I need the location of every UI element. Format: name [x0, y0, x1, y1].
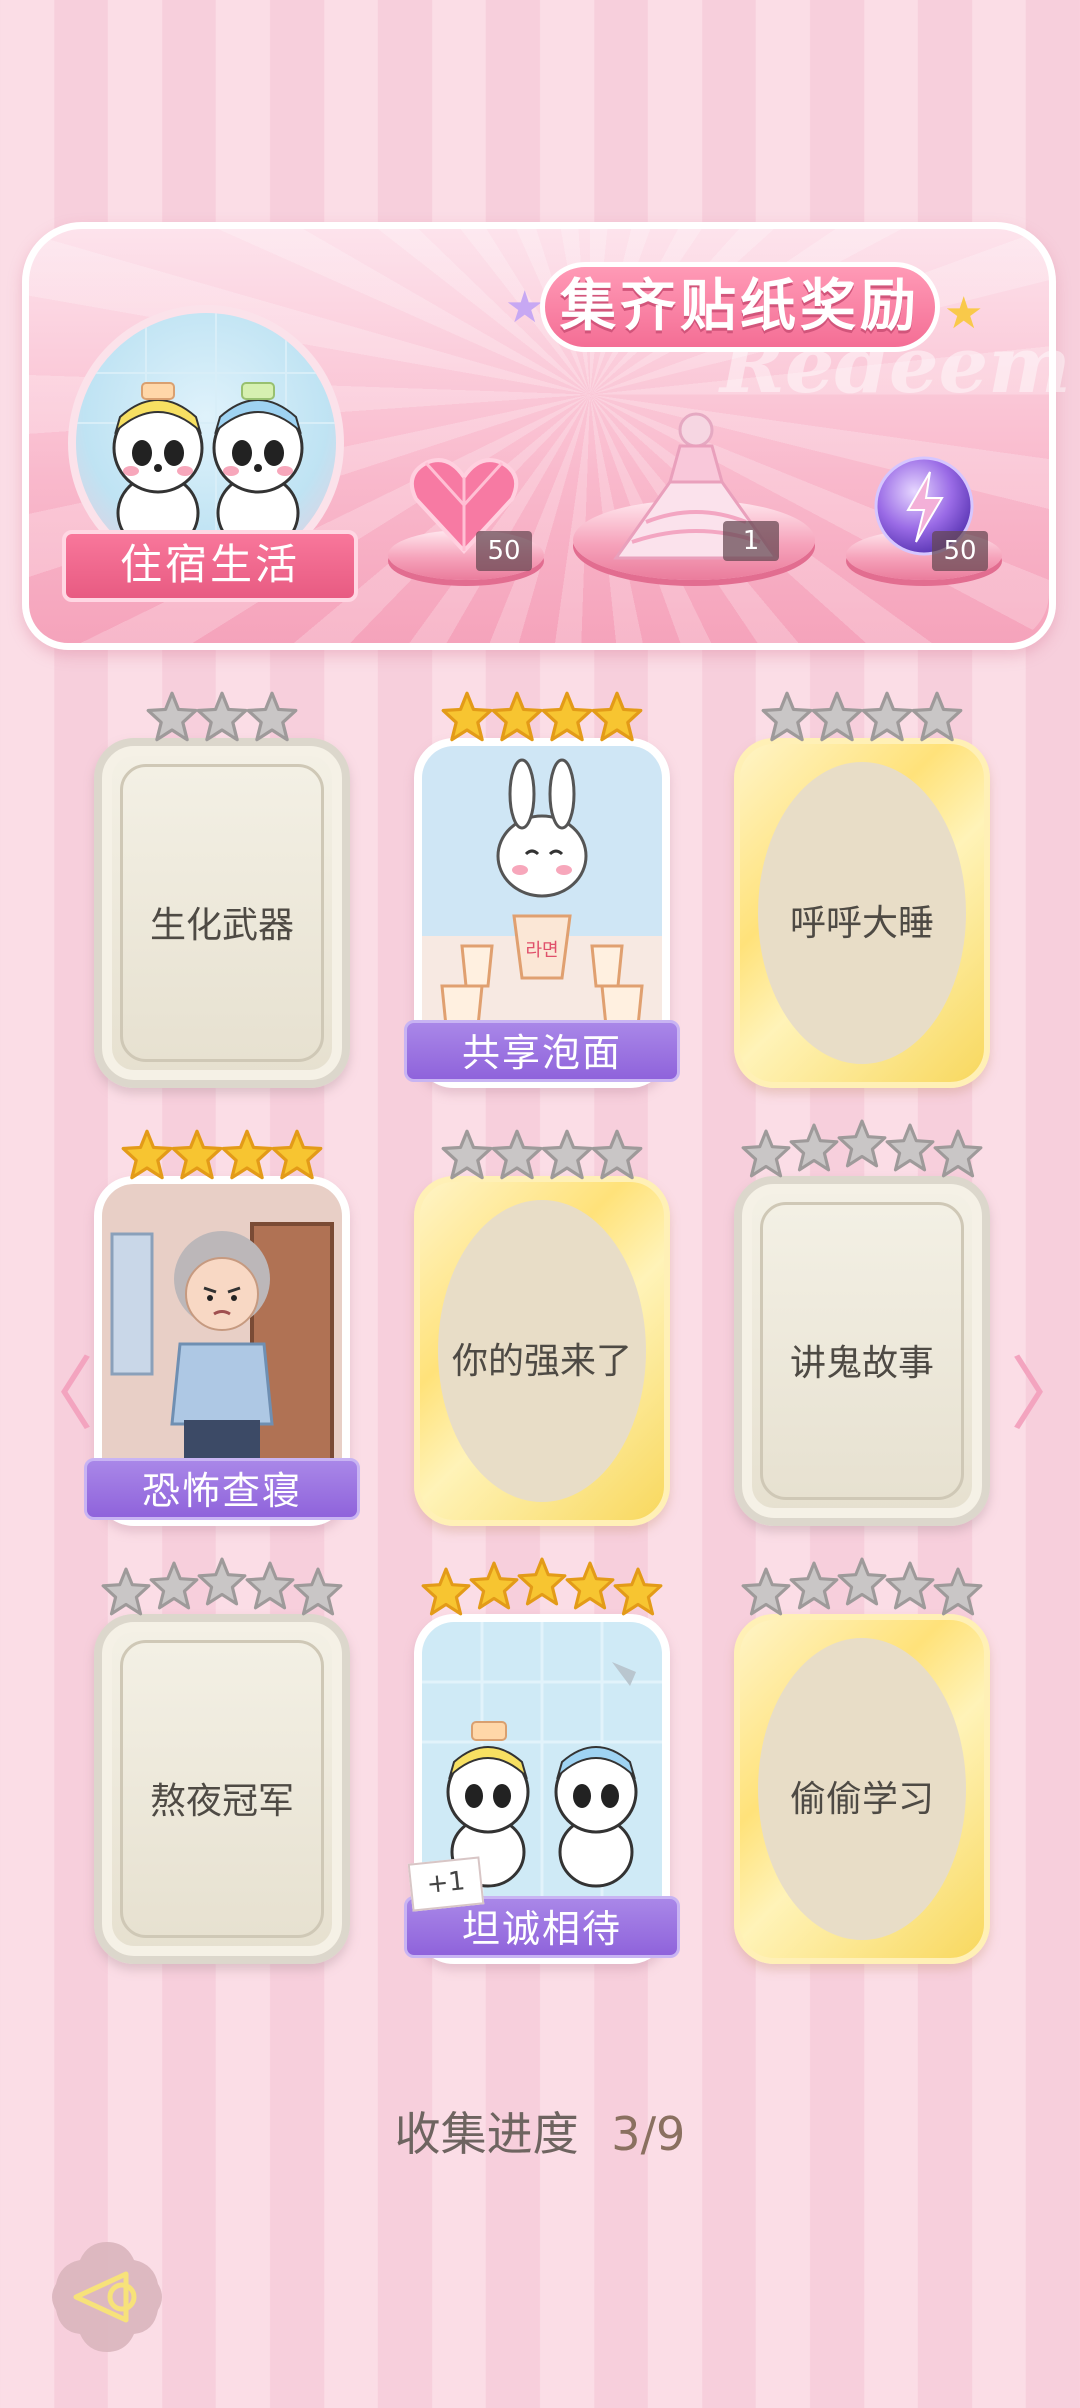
gray-star-icon: [861, 691, 913, 742]
gray-star-icon: [789, 1123, 839, 1172]
card-title: 你的强来了: [451, 1341, 632, 1382]
gold-star-icon: [441, 691, 493, 742]
gray-star-icon: [196, 691, 248, 742]
gray-star-icon: [146, 691, 198, 742]
collection-progress: 收集进度 3/9: [0, 2098, 1080, 2164]
gold-star-icon: [591, 691, 643, 742]
gray-star-icon: [491, 1129, 543, 1180]
purple-star-icon: ★: [505, 282, 545, 333]
svg-text:라면: 라면: [525, 940, 558, 961]
gray-star-icon: [933, 1567, 983, 1616]
gray-star-icon: [761, 691, 813, 742]
card-title: 生化武器: [149, 905, 294, 946]
sticker-illustration: 라면: [422, 746, 662, 1050]
gold-star-icon: [469, 1561, 519, 1610]
gold-star-icon: [517, 1557, 567, 1606]
gold-star-icon: [421, 1567, 471, 1616]
album-tag: 住宿生活: [62, 530, 358, 602]
star-rating: [120, 1128, 324, 1184]
duplicate-count-badge: +1: [407, 1856, 485, 1912]
gold-star-icon: [565, 1561, 615, 1610]
gray-star-icon: [441, 1129, 493, 1180]
star-rating: [145, 690, 299, 746]
gray-star-icon: [149, 1561, 199, 1610]
gray-star-icon: [101, 1567, 151, 1616]
sticker-card[interactable]: 偷偷学习: [734, 1614, 990, 1964]
sticker-card[interactable]: 熬夜冠军: [94, 1614, 350, 1964]
gray-star-icon: [541, 1129, 593, 1180]
gray-star-icon: [933, 1129, 983, 1178]
gray-star-icon: [837, 1119, 887, 1168]
star-rating: [440, 1128, 644, 1184]
star-rating: [740, 1556, 984, 1616]
gold-star-icon: [541, 691, 593, 742]
gray-star-icon: [197, 1557, 247, 1606]
sticker-illustration: [102, 1184, 342, 1488]
reward-count: 50: [476, 531, 532, 571]
banner-title: 集齐贴纸奖励: [540, 262, 940, 352]
gray-star-icon: [911, 691, 963, 742]
star-rating: [760, 690, 964, 746]
card-title: 讲鬼故事: [789, 1343, 934, 1384]
card-title: 呼呼大睡: [789, 903, 934, 944]
gold-star-icon: [271, 1129, 323, 1180]
gold-star-icon: [491, 691, 543, 742]
gray-star-icon: [245, 1561, 295, 1610]
star-rating: [440, 690, 644, 746]
gray-star-icon: [885, 1123, 935, 1172]
gray-star-icon: [789, 1561, 839, 1610]
star-rating: [420, 1556, 664, 1616]
progress-value: 3/9: [611, 2107, 686, 2161]
gray-star-icon: [246, 691, 298, 742]
gray-star-icon: [741, 1129, 791, 1178]
sticker-card[interactable]: 生化武器: [94, 738, 350, 1088]
reward-count: 50: [932, 531, 988, 571]
back-button[interactable]: [48, 2238, 166, 2356]
reward-count: 1: [723, 521, 779, 561]
star-rating: [740, 1118, 984, 1178]
card-name-plate: 恐怖查寝: [84, 1458, 360, 1520]
gray-star-icon: [741, 1567, 791, 1616]
gray-star-icon: [591, 1129, 643, 1180]
sticker-card[interactable]: 呼呼大睡: [734, 738, 990, 1088]
star-rating: [100, 1556, 344, 1616]
card-title: 熬夜冠军: [149, 1781, 294, 1822]
gold-star-icon: [171, 1129, 223, 1180]
card-name-plate: 共享泡面: [404, 1020, 680, 1082]
card-title: 偷偷学习: [789, 1779, 934, 1820]
gray-star-icon: [837, 1557, 887, 1606]
gray-star-icon: [293, 1567, 343, 1616]
gray-star-icon: [885, 1561, 935, 1610]
prev-page-arrow-icon[interactable]: 〈: [14, 1330, 94, 1446]
gray-star-icon: [811, 691, 863, 742]
yellow-star-icon: ★: [944, 288, 984, 339]
progress-label: 收集进度: [394, 2107, 579, 2161]
sticker-card[interactable]: 讲鬼故事: [734, 1176, 990, 1526]
sticker-card[interactable]: 你的强来了: [414, 1176, 670, 1526]
gold-star-icon: [221, 1129, 273, 1180]
gold-star-icon: [121, 1129, 173, 1180]
gold-star-icon: [613, 1567, 663, 1616]
next-page-arrow-icon[interactable]: 〉: [1010, 1330, 1080, 1446]
